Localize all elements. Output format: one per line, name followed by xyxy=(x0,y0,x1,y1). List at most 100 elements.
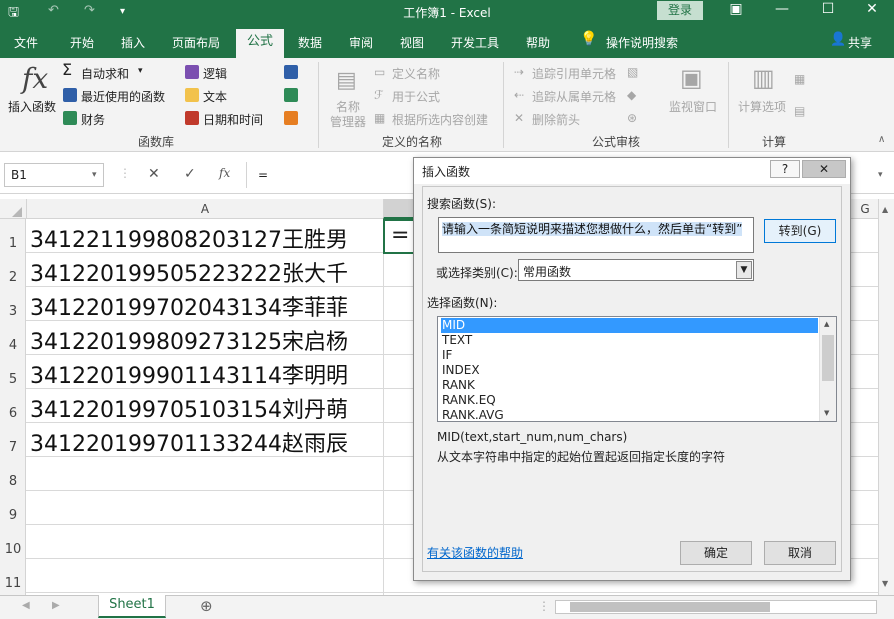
insert-function-icon[interactable]: fx xyxy=(22,62,48,95)
chevron-down-icon[interactable]: ▾ xyxy=(138,66,143,76)
tab-formulas[interactable]: 公式 xyxy=(236,29,284,58)
row-header[interactable]: 7 xyxy=(0,440,26,455)
help-icon[interactable]: ? xyxy=(770,160,800,178)
logical-button[interactable]: 逻辑 xyxy=(203,65,227,82)
share-button[interactable]: 共享 xyxy=(848,34,872,51)
list-item[interactable]: RANK xyxy=(441,378,818,393)
text-button[interactable]: 文本 xyxy=(203,88,227,105)
list-scrollbar[interactable]: ▲ ▼ xyxy=(819,317,836,421)
cancel-button[interactable]: 取消 xyxy=(764,541,836,565)
scroll-thumb[interactable] xyxy=(822,335,834,381)
trace-dependents-button[interactable]: 追踪从属单元格 xyxy=(532,88,616,105)
row-header[interactable]: 3 xyxy=(0,304,26,319)
row-header[interactable]: 9 xyxy=(0,508,26,523)
row-header[interactable]: 1 xyxy=(0,236,26,251)
scroll-right-icon[interactable]: ▶ xyxy=(52,600,60,611)
row-header[interactable]: 10 xyxy=(0,542,26,557)
trace-precedents-button[interactable]: 追踪引用单元格 xyxy=(532,65,616,82)
vertical-scrollbar[interactable]: ▲ ▼ xyxy=(878,199,894,595)
list-item[interactable]: RANK.AVG xyxy=(441,408,818,423)
autosum-button[interactable]: 自动求和 xyxy=(81,65,129,82)
scroll-up-icon[interactable]: ▲ xyxy=(882,205,888,214)
function-help-link[interactable]: 有关该函数的帮助 xyxy=(427,544,523,561)
cell-a7[interactable]: 341220199701133244赵雨辰 xyxy=(30,426,348,458)
calc-sheet-icon[interactable]: ▤ xyxy=(794,104,805,118)
scroll-up-icon[interactable]: ▲ xyxy=(824,320,829,328)
formula-input[interactable]: = xyxy=(258,168,268,182)
name-box[interactable]: B1 xyxy=(4,163,104,187)
lookup-icon[interactable] xyxy=(284,65,298,79)
collapse-ribbon-icon[interactable]: ∧ xyxy=(878,134,885,145)
cell-a1[interactable]: 341221199808203127王胜男 xyxy=(30,222,348,254)
name-manager-label-2[interactable]: 管理器 xyxy=(330,113,366,130)
cancel-icon[interactable]: ✕ xyxy=(148,166,160,182)
scroll-down-icon[interactable]: ▼ xyxy=(882,579,888,588)
minimize-icon[interactable]: — xyxy=(762,1,802,23)
tab-insert[interactable]: 插入 xyxy=(121,34,145,51)
cell-a3[interactable]: 341220199702043134李菲菲 xyxy=(30,290,348,322)
horizontal-scrollbar[interactable] xyxy=(555,600,877,614)
insert-function-button[interactable]: 插入函数 xyxy=(8,98,56,115)
row-header[interactable]: 4 xyxy=(0,338,26,353)
close-icon[interactable]: ✕ xyxy=(802,160,846,178)
add-sheet-icon[interactable]: ⊕ xyxy=(200,597,213,615)
financial-button[interactable]: 财务 xyxy=(81,111,105,128)
insert-function-icon[interactable]: fx xyxy=(219,166,230,180)
login-button[interactable]: 登录 xyxy=(657,1,703,20)
scroll-thumb[interactable] xyxy=(570,602,770,612)
use-in-formula-button[interactable]: 用于公式 xyxy=(392,88,440,105)
sheet-tab[interactable]: Sheet1 xyxy=(98,595,166,618)
column-header-b[interactable] xyxy=(383,199,413,219)
maximize-icon[interactable]: ☐ xyxy=(808,1,848,23)
ok-button[interactable]: 确定 xyxy=(680,541,752,565)
chevron-down-icon[interactable]: ▾ xyxy=(92,170,97,180)
more-functions-icon[interactable] xyxy=(284,111,298,125)
cell-a4[interactable]: 341220199809273125宋启杨 xyxy=(30,324,348,356)
row-header[interactable]: 8 xyxy=(0,474,26,489)
calc-now-icon[interactable]: ▦ xyxy=(794,72,805,86)
tab-review[interactable]: 审阅 xyxy=(349,34,373,51)
tab-page-layout[interactable]: 页面布局 xyxy=(172,34,220,51)
row-header[interactable]: 11 xyxy=(0,576,26,591)
tab-home[interactable]: 开始 xyxy=(70,34,94,51)
scroll-down-icon[interactable]: ▼ xyxy=(824,409,829,417)
go-button[interactable]: 转到(G) xyxy=(764,219,836,243)
list-item[interactable]: MID xyxy=(441,318,818,333)
list-item[interactable]: INDEX xyxy=(441,363,818,378)
cell-a2[interactable]: 341220199505223222张大千 xyxy=(30,256,348,288)
category-select[interactable]: 常用函数 xyxy=(518,259,754,281)
row-header[interactable]: 6 xyxy=(0,406,26,421)
tab-view[interactable]: 视图 xyxy=(400,34,424,51)
tell-me-search[interactable]: 操作说明搜索 xyxy=(606,34,678,51)
watch-window-icon[interactable]: ▣ xyxy=(680,64,703,92)
cell-a5[interactable]: 341220199901143114李明明 xyxy=(30,358,348,390)
scroll-left-icon[interactable]: ◀ xyxy=(22,600,30,611)
cell-a6[interactable]: 341220199705103154刘丹萌 xyxy=(30,392,348,424)
define-name-button[interactable]: 定义名称 xyxy=(392,65,440,82)
watch-window-button[interactable]: 监视窗口 xyxy=(669,98,717,115)
function-list[interactable]: MID TEXT IF INDEX RANK RANK.EQ RANK.AVG … xyxy=(437,316,837,422)
column-header-a[interactable]: A xyxy=(26,199,383,219)
search-input[interactable]: 请输入一条简短说明来描述您想做什么，然后单击“转到” xyxy=(438,217,754,253)
ribbon-display-icon[interactable]: ▣ xyxy=(716,1,756,23)
recent-functions-button[interactable]: 最近使用的函数 xyxy=(81,88,165,105)
list-item[interactable]: TEXT xyxy=(441,333,818,348)
create-from-selection-button[interactable]: 根据所选内容创建 xyxy=(392,111,488,128)
evaluate-formula-icon[interactable]: ⊛ xyxy=(627,111,637,125)
enter-icon[interactable]: ✓ xyxy=(184,166,196,182)
expand-formula-bar-icon[interactable]: ▾ xyxy=(878,170,883,180)
row-header[interactable]: 2 xyxy=(0,270,26,285)
show-formulas-icon[interactable]: ▧ xyxy=(627,65,638,79)
tab-data[interactable]: 数据 xyxy=(298,34,322,51)
chevron-down-icon[interactable]: ▼ xyxy=(736,261,752,279)
error-checking-icon[interactable]: ◆ xyxy=(627,88,636,102)
list-item[interactable]: RANK.EQ xyxy=(441,393,818,408)
math-icon[interactable] xyxy=(284,88,298,102)
close-icon[interactable]: ✕ xyxy=(852,1,892,23)
remove-arrows-button[interactable]: 删除箭头 xyxy=(532,111,580,128)
calculation-options-button[interactable]: 计算选项 xyxy=(738,98,786,115)
column-header-g[interactable]: G xyxy=(852,199,878,219)
tab-developer[interactable]: 开发工具 xyxy=(451,34,499,51)
list-item[interactable]: IF xyxy=(441,348,818,363)
calculator-icon[interactable]: ▥ xyxy=(752,64,775,92)
